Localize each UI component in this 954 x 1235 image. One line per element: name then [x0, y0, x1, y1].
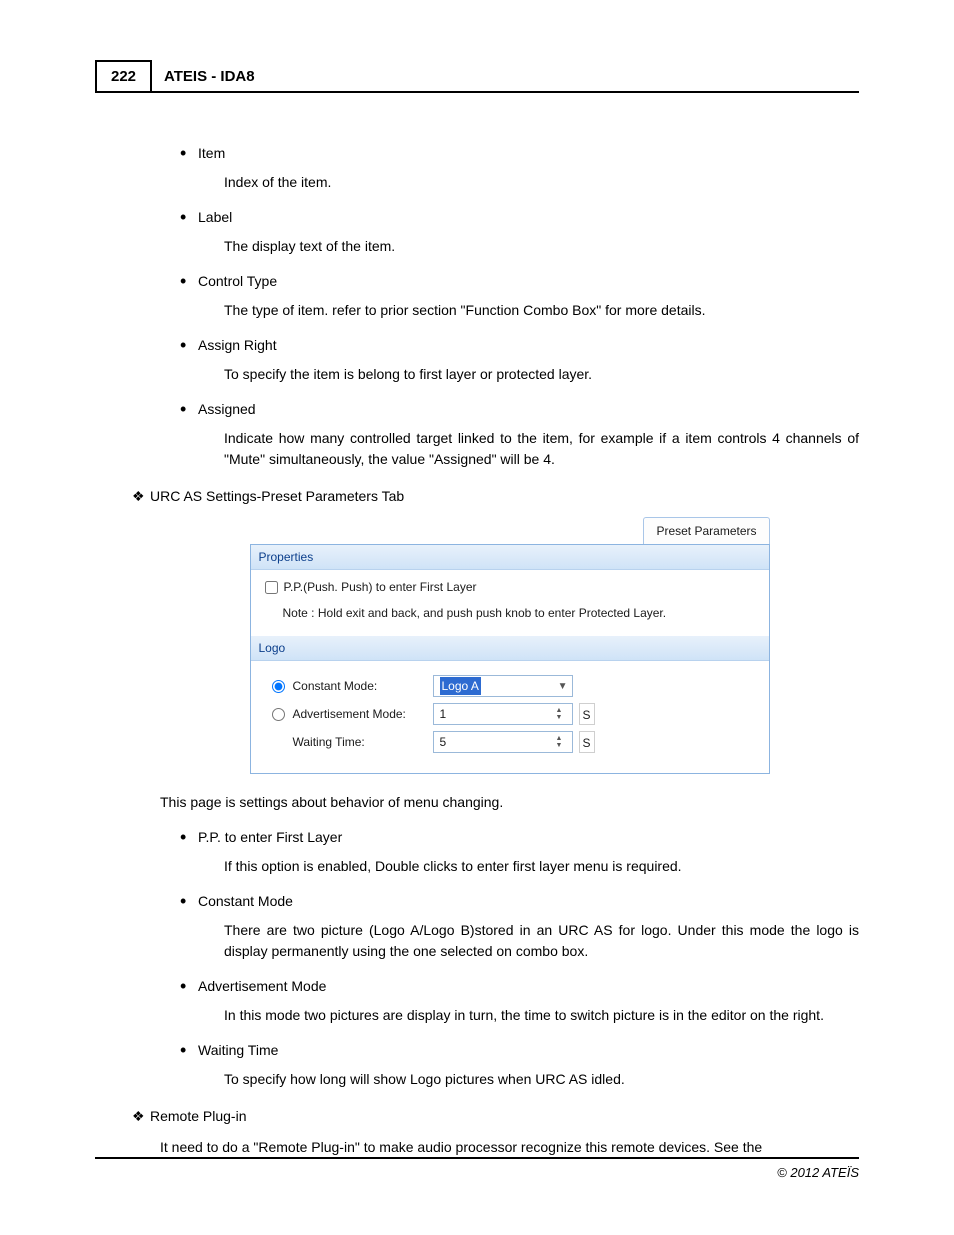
def-constant-mode: There are two picture (Logo A/Logo B)sto… [224, 920, 859, 962]
advertisement-mode-value: 1 [440, 705, 556, 723]
def-item: Index of the item. [224, 172, 859, 193]
term-constant-mode: Constant Mode [198, 891, 859, 912]
term-assign-right: Assign Right [198, 335, 859, 356]
def-waiting-time: To specify how long will show Logo pictu… [224, 1069, 859, 1090]
section-remote-plugin: Remote Plug-in [132, 1106, 859, 1127]
chevron-down-icon: ▼ [556, 714, 568, 721]
logo-header: Logo [251, 636, 769, 661]
def-assigned: Indicate how many controlled target link… [224, 428, 859, 470]
pp-checkbox-input[interactable] [265, 581, 278, 594]
chevron-down-icon: ▼ [558, 679, 568, 694]
waiting-time-label: Waiting Time: [293, 733, 433, 751]
definitions-top: Item Index of the item. Label The displa… [160, 143, 859, 470]
term-label: Label [198, 207, 859, 228]
term-waiting-time: Waiting Time [198, 1040, 859, 1061]
term-pp-first-layer: P.P. to enter First Layer [198, 827, 859, 848]
section-preset-parameters: URC AS Settings-Preset Parameters Tab [132, 486, 859, 507]
pp-checkbox-label: P.P.(Push. Push) to enter First Layer [284, 578, 477, 596]
def-label: The display text of the item. [224, 236, 859, 257]
term-advertisement-mode: Advertisement Mode [198, 976, 859, 997]
preset-parameters-panel: Preset Parameters Properties P.P.(Push. … [250, 517, 770, 774]
constant-mode-combo[interactable]: Logo A ▼ [433, 675, 573, 697]
def-assign-right: To specify the item is belong to first l… [224, 364, 859, 385]
waiting-time-value: 5 [440, 733, 556, 751]
intro-paragraph: This page is settings about behavior of … [160, 792, 859, 813]
tab-preset-parameters[interactable]: Preset Parameters [643, 517, 769, 544]
term-control-type: Control Type [198, 271, 859, 292]
chevron-down-icon: ▼ [556, 742, 568, 749]
advertisement-mode-radio[interactable] [272, 708, 285, 721]
constant-mode-label: Constant Mode: [293, 677, 433, 695]
header-title: ATEIS - IDA8 [152, 60, 267, 91]
pp-first-layer-checkbox[interactable]: P.P.(Push. Push) to enter First Layer [265, 578, 755, 596]
term-assigned: Assigned [198, 399, 859, 420]
page-footer: © 2012 ATEÏS [95, 1157, 859, 1180]
protected-layer-note: Note : Hold exit and back, and push push… [283, 604, 755, 622]
chevron-up-icon: ▲ [556, 735, 568, 742]
waiting-time-unit: S [579, 731, 595, 753]
def-advertisement-mode: In this mode two pictures are display in… [224, 1005, 859, 1026]
advertisement-mode-label: Advertisement Mode: [293, 705, 433, 723]
properties-header: Properties [251, 545, 769, 570]
definitions-bottom: P.P. to enter First Layer If this option… [160, 827, 859, 1090]
term-item: Item [198, 143, 859, 164]
chevron-up-icon: ▲ [556, 707, 568, 714]
advertisement-mode-spinner[interactable]: 1 ▲▼ [433, 703, 573, 725]
remote-plugin-body: It need to do a "Remote Plug-in" to make… [160, 1137, 859, 1158]
page-header: 222 ATEIS - IDA8 [95, 60, 859, 93]
page-content: Item Index of the item. Label The displa… [95, 143, 859, 1158]
page-number: 222 [95, 60, 152, 91]
constant-mode-radio[interactable] [272, 680, 285, 693]
advertisement-unit: S [579, 703, 595, 725]
waiting-time-spinner[interactable]: 5 ▲▼ [433, 731, 573, 753]
constant-mode-value: Logo A [440, 677, 481, 695]
def-control-type: The type of item. refer to prior section… [224, 300, 859, 321]
def-pp-first-layer: If this option is enabled, Double clicks… [224, 856, 859, 877]
